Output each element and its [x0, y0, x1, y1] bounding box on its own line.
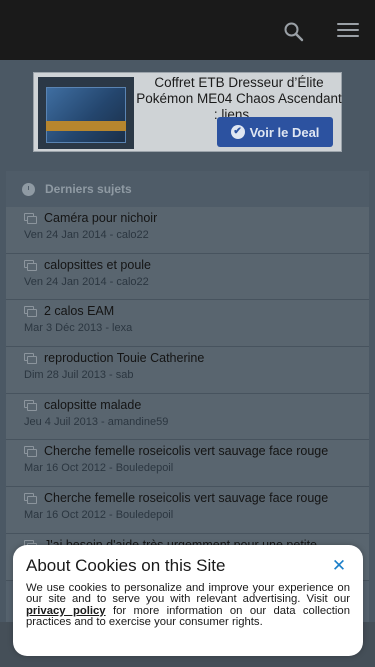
top-bar	[0, 0, 375, 60]
topic-meta: Jeu 4 Juil 2013 - amandine59	[24, 415, 169, 428]
search-button[interactable]	[283, 21, 305, 43]
topic-item[interactable]: calopsittes et poule Ven 24 Jan 2014 - c…	[6, 253, 369, 301]
recent-topics-title: Derniers sujets	[45, 182, 132, 196]
chat-icon	[24, 259, 37, 271]
topic-meta: Dim 28 Juil 2013 - sab	[24, 369, 134, 382]
topic-title[interactable]: Caméra pour nichoir	[44, 211, 157, 225]
chat-icon	[24, 213, 37, 224]
topic-item[interactable]: Cherche femelle roseicolis vert sauvage …	[6, 487, 369, 534]
topic-title[interactable]: calopsittes et poule	[44, 258, 151, 272]
chat-icon	[24, 493, 37, 505]
view-deal-label: Voir le Deal	[249, 124, 320, 140]
chat-icon	[24, 399, 37, 411]
topic-meta: Ven 24 Jan 2014 - calo22	[24, 275, 149, 288]
topic-meta: Mar 16 Oct 2012 - Bouledepoil	[24, 509, 174, 522]
view-deal-button[interactable]: ✔ Voir le Deal	[217, 117, 333, 147]
recent-topics-header: Derniers sujets	[6, 171, 369, 207]
topic-title[interactable]: Cherche femelle roseicolis vert sauvage …	[44, 444, 328, 458]
topic-item[interactable]: Cherche femelle roseicolis vert sauvage …	[6, 440, 369, 488]
privacy-policy-link[interactable]: privacy policy	[26, 605, 106, 617]
topic-item[interactable]: 2 calos EAM Mar 3 Déc 2013 - lexa	[6, 300, 369, 348]
topic-title[interactable]: reproduction Touie Catherine	[44, 351, 204, 365]
topic-item[interactable]: Caméra pour nichoir Ven 24 Jan 2014 - ca…	[6, 207, 369, 254]
ad-title: Coffret ETB Dresseur d’Élite Pokémon ME0…	[136, 75, 342, 122]
topic-item[interactable]: calopsitte malade Jeu 4 Juil 2013 - aman…	[6, 393, 369, 441]
check-circle-icon: ✔	[230, 125, 245, 139]
cookie-title: About Cookies on this Site	[26, 556, 226, 575]
topic-meta: Mar 3 Déc 2013 - lexa	[24, 322, 133, 335]
topic-title[interactable]: Cherche femelle roseicolis vert sauvage …	[44, 491, 328, 505]
ad-banner[interactable]: Coffret ETB Dresseur d’Élite Pokémon ME0…	[33, 72, 342, 152]
chat-icon	[24, 446, 37, 458]
close-icon[interactable]: ✕	[331, 557, 347, 574]
chat-icon	[24, 353, 37, 365]
hamburger-icon[interactable]	[337, 23, 359, 39]
clock-icon	[22, 182, 35, 196]
topic-meta: Mar 16 Oct 2012 - Bouledepoil	[24, 462, 174, 475]
topic-item[interactable]: reproduction Touie Catherine Dim 28 Juil…	[6, 347, 369, 394]
product-image	[38, 77, 134, 149]
chat-icon	[24, 306, 37, 318]
cookie-text: We use cookies to personalize and improv…	[26, 582, 350, 629]
search-icon	[284, 22, 304, 42]
topic-title[interactable]: calopsitte malade	[44, 398, 141, 412]
topic-title[interactable]: 2 calos EAM	[44, 304, 114, 318]
topic-meta: Ven 24 Jan 2014 - calo22	[24, 229, 149, 241]
cookie-consent-dialog: About Cookies on this Site ✕ We use cook…	[13, 545, 363, 656]
cookie-text-start: We use cookies to personalize and improv…	[26, 582, 350, 606]
